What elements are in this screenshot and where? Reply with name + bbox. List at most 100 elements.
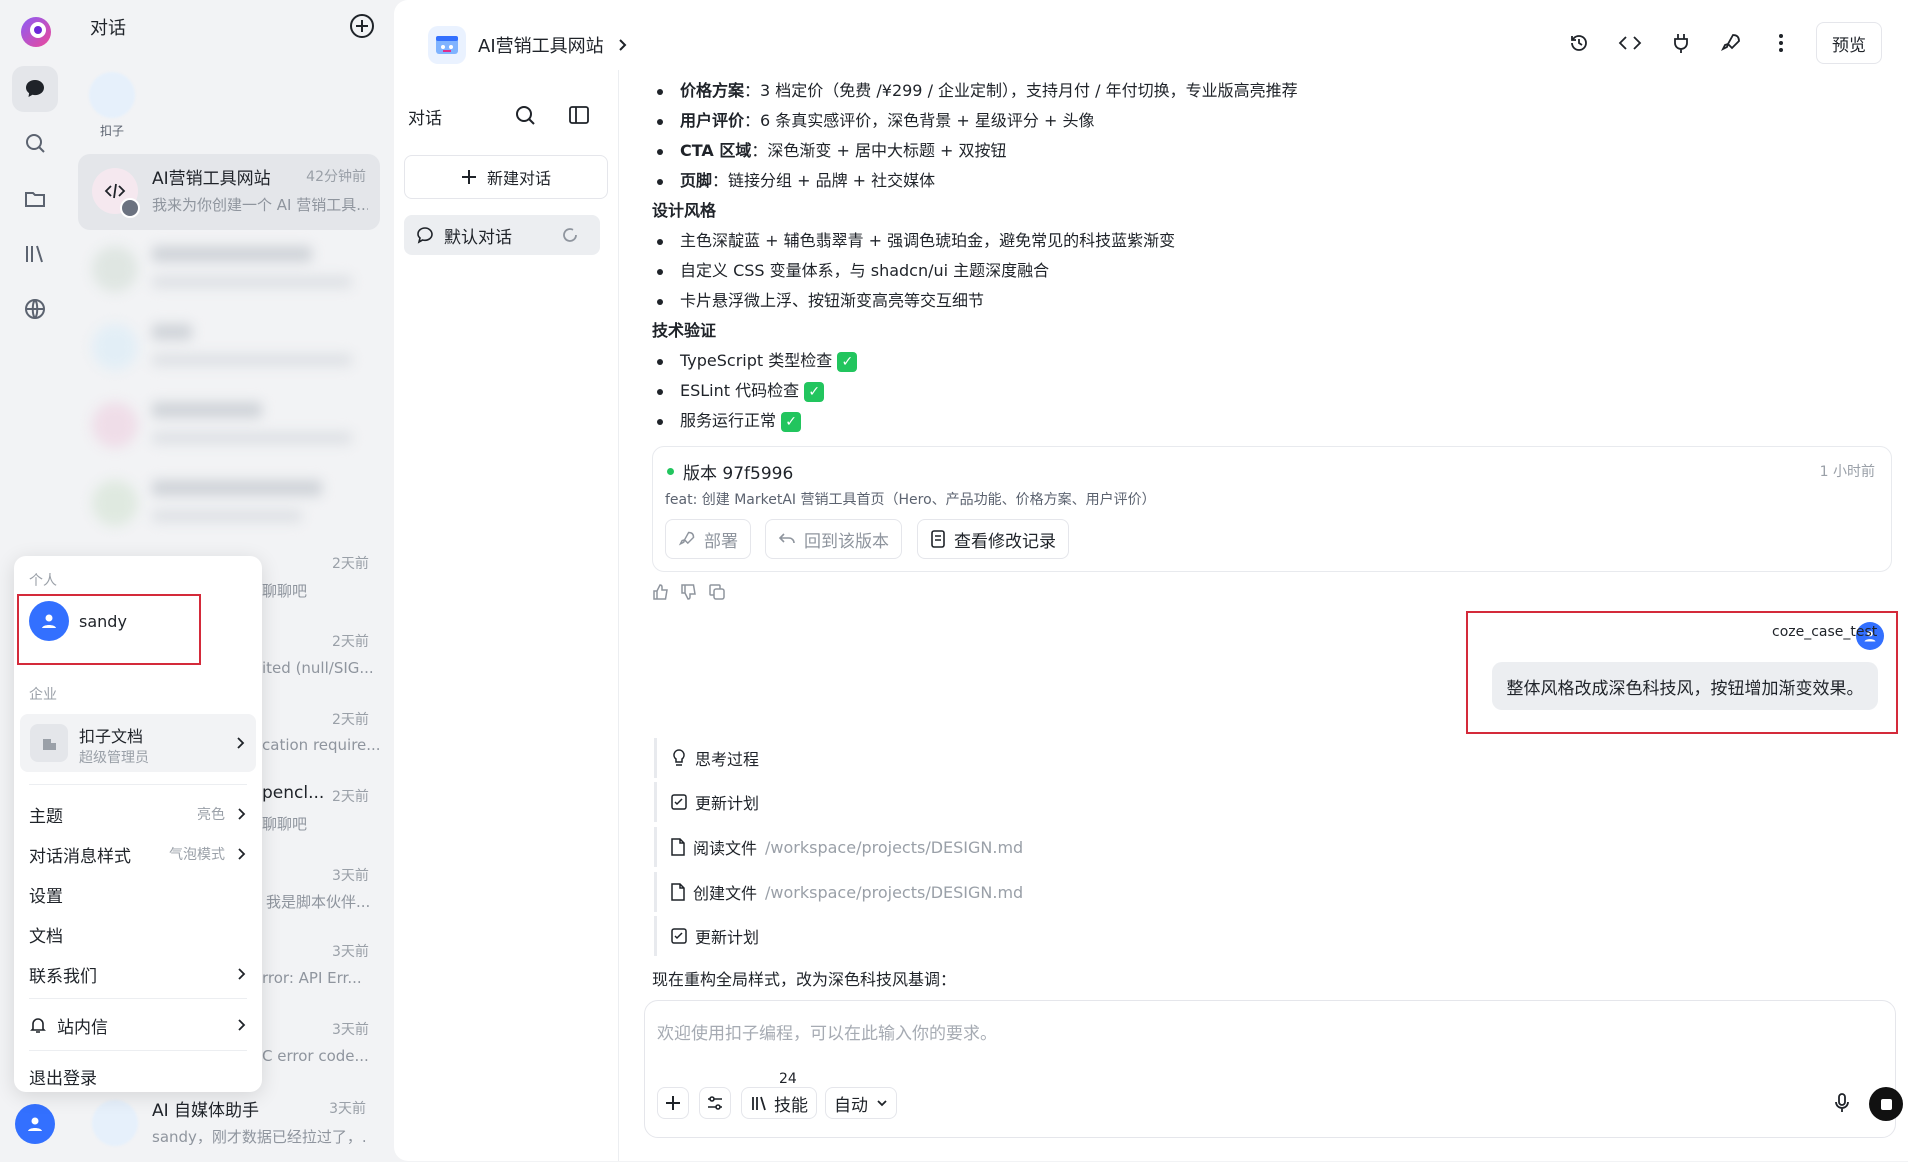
deploy-button[interactable] (1720, 32, 1742, 54)
sliders-icon (706, 1094, 724, 1112)
stop-generation-button[interactable] (1869, 1087, 1903, 1121)
step-read-file[interactable]: 阅读文件/workspace/projects/DESIGN.md (654, 827, 1023, 867)
step-update-plan[interactable]: 更新计划 (654, 916, 759, 956)
version-time: 1 小时前 (1819, 464, 1875, 480)
user-avatar-button[interactable] (15, 1104, 55, 1144)
code-icon (104, 180, 126, 202)
conversation-time: 2天前 (332, 712, 369, 728)
step-thinking[interactable]: 思考过程 (654, 738, 759, 778)
plugin-button[interactable] (1670, 32, 1692, 54)
view-changes-label: 查看修改记录 (954, 531, 1056, 552)
conversation-preview: ited (null/SIG... (262, 659, 374, 677)
chevron-right-icon (235, 1018, 247, 1032)
loading-spinner-icon (562, 227, 578, 243)
theme-menu-item[interactable]: 主题 亮色 (29, 794, 247, 834)
new-chat-label: 新建对话 (486, 169, 551, 188)
step-create-file[interactable]: 创建文件/workspace/projects/DESIGN.md (654, 872, 1023, 912)
inbox-label: 站内信 (57, 1017, 108, 1038)
conversation-preview: 我是脚本伙伴... (266, 893, 371, 911)
design-heading: 设计风格 (652, 201, 717, 220)
message-style-menu-item[interactable]: 对话消息样式 气泡模式 (29, 834, 247, 874)
user-icon (26, 1115, 44, 1133)
conversation-time: 42分钟前 (306, 169, 366, 185)
new-chat-button[interactable]: 新建对话 (404, 155, 608, 199)
item-label: 用户评价 (680, 111, 745, 130)
project-breadcrumb[interactable]: AI营销工具网站 (478, 32, 628, 58)
conversation-item-active[interactable]: AI营销工具网站 42分钟前 我来为你创建一个 AI 营销工具... (78, 154, 380, 230)
chevron-down-icon (876, 1098, 888, 1108)
globe-nav-button[interactable] (12, 286, 58, 332)
contact-menu-item[interactable]: 联系我们 (29, 954, 247, 994)
file-icon (671, 838, 685, 856)
enterprise-section-label: 企业 (29, 687, 57, 703)
subpanel-title: 对话 (408, 109, 442, 129)
conversation-avatar (92, 168, 140, 218)
list-item: CTA 区域：深色渐变 + 居中大标题 + 双按钮 (650, 136, 1298, 166)
design-list: 主色深靛蓝 + 辅色翡翠青 + 强调色琥珀金，避免常见的科技蓝紫渐变 自定义 C… (650, 226, 1175, 316)
org-role: 超级管理员 (79, 750, 149, 766)
rollback-version-button[interactable]: 回到该版本 (765, 519, 902, 559)
conversation-time: 3天前 (332, 944, 369, 960)
new-conversation-button[interactable] (348, 12, 378, 42)
more-options-button[interactable] (1770, 32, 1792, 54)
mode-select[interactable]: 自动 (825, 1087, 897, 1119)
conversation-preview: C error code... (262, 1047, 369, 1065)
step-update-plan[interactable]: 更新计划 (654, 782, 759, 822)
preview-button[interactable]: 预览 (1816, 22, 1882, 64)
toggle-panel-button[interactable] (568, 104, 590, 126)
coze-agent-shortcut[interactable]: 扣子 (87, 72, 137, 138)
org-item[interactable]: 扣子文档 超级管理员 (20, 714, 256, 772)
code-view-button[interactable] (1618, 32, 1642, 54)
chat-icon (23, 77, 47, 101)
item-label: CTA 区域 (680, 141, 752, 160)
tech-list: TypeScript 类型检查 ✓ ESLint 代码检查 ✓ 服务运行正常 ✓ (650, 346, 858, 436)
history-button[interactable] (1568, 32, 1590, 54)
composer-input[interactable]: 欢迎使用扣子编程，可以在此输入你的要求。 (657, 1019, 997, 1044)
library-nav-button[interactable] (12, 231, 58, 277)
default-chat-label: 默认对话 (444, 227, 512, 248)
folder-nav-button[interactable] (12, 176, 58, 222)
search-conversation-button[interactable] (514, 104, 536, 126)
chevron-right-icon (235, 847, 247, 861)
conversation-item-blurred[interactable] (78, 310, 380, 386)
conversation-item-blurred[interactable] (78, 232, 380, 308)
conversation-item-blurred[interactable] (78, 466, 380, 542)
item-text: ：3 档定价（免费 /¥299 / 企业定制），支持月付 / 年付切换，专业版高… (744, 81, 1298, 100)
thumbs-down-button[interactable] (680, 583, 698, 601)
deploy-label: 部署 (704, 531, 738, 552)
settings-menu-item[interactable]: 设置 (29, 874, 247, 914)
conversation-subpanel: 对话 新建对话 默认对话 (394, 70, 619, 1161)
add-attachment-button[interactable] (657, 1087, 689, 1119)
view-changes-button[interactable]: 查看修改记录 (917, 519, 1069, 559)
conversation-preview: sandy，刚才数据已经拉过了，... (152, 1128, 368, 1146)
docs-label: 文档 (29, 926, 63, 947)
thumbs-up-button[interactable] (652, 583, 670, 601)
conversation-time: 3天前 (329, 1101, 366, 1117)
search-nav-button[interactable] (12, 120, 58, 166)
thumbs-up-icon (652, 583, 670, 601)
composer: 欢迎使用扣子编程，可以在此输入你的要求。 技能 24 自动 (644, 1000, 1903, 1138)
feature-list: 价格方案：3 档定价（免费 /¥299 / 企业定制），支持月付 / 年付切换，… (650, 76, 1298, 196)
inbox-menu-item[interactable]: 站内信 (29, 1005, 247, 1045)
conversation-item-blurred[interactable] (78, 388, 380, 464)
list-item: 用户评价：6 条真实感评价，深色背景 + 星级评分 + 头像 (650, 106, 1298, 136)
conversation-time: 2天前 (332, 556, 369, 572)
rollback-label: 回到该版本 (804, 531, 889, 552)
conversation-item[interactable]: AI 自媒体助手 3天前 sandy，刚才数据已经拉过了，... (78, 1086, 380, 1162)
options-button[interactable] (699, 1087, 731, 1119)
more-vertical-icon (1770, 32, 1792, 54)
library-icon (23, 242, 47, 266)
skills-label: 技能 (774, 1095, 808, 1116)
conversation-avatar (92, 1100, 138, 1146)
deploy-version-button[interactable]: 部署 (665, 519, 751, 559)
default-chat-item[interactable]: 默认对话 (404, 215, 600, 255)
skills-button[interactable]: 技能 (741, 1087, 817, 1119)
docs-menu-item[interactable]: 文档 (29, 914, 247, 954)
contact-label: 联系我们 (29, 966, 97, 987)
copy-button[interactable] (708, 583, 726, 601)
logout-menu-item[interactable]: 退出登录 (29, 1056, 247, 1096)
chat-nav-button[interactable] (12, 66, 58, 112)
voice-input-button[interactable] (1833, 1093, 1851, 1113)
copy-icon (708, 583, 726, 601)
project-icon (428, 26, 466, 64)
